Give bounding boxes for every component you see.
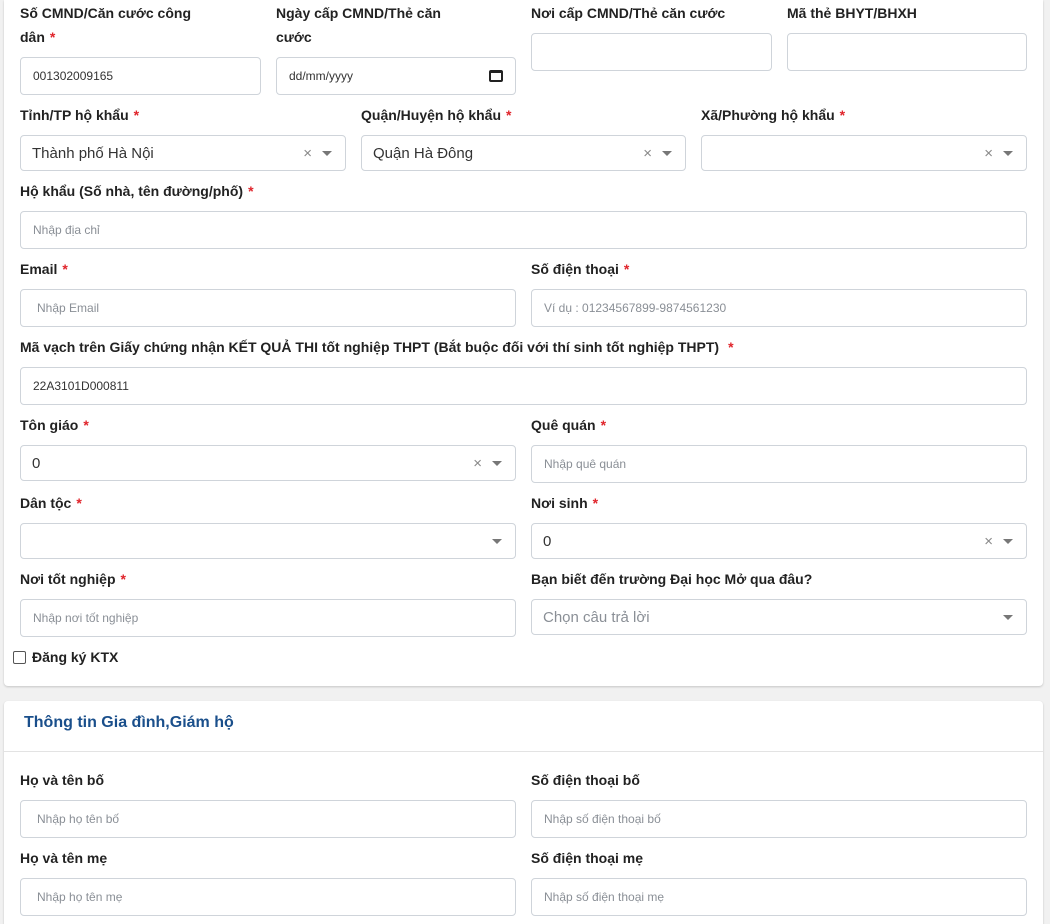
birthplace-label: Nơi sinh * bbox=[531, 495, 599, 511]
grad-place-label: Nơi tốt nghiệp * bbox=[20, 571, 126, 587]
religion-select[interactable]: 0 × bbox=[20, 445, 516, 481]
insurance-input[interactable] bbox=[787, 33, 1027, 71]
cmnd-input[interactable]: 001302009165 bbox=[20, 57, 261, 95]
chevron-down-icon[interactable] bbox=[662, 150, 672, 156]
district-label: Quận/Huyện hộ khẩu * bbox=[361, 107, 512, 123]
chevron-down-icon[interactable] bbox=[1003, 150, 1013, 156]
province-select[interactable]: Thành phố Hà Nội × bbox=[20, 135, 346, 171]
ethnicity-select[interactable] bbox=[20, 523, 516, 559]
address-input[interactable]: Nhập địa chỉ bbox=[20, 211, 1027, 249]
cmnd-label: Số CMND/Căn cước công bbox=[20, 5, 191, 21]
issue-date-placeholder: dd/mm/yyyy bbox=[289, 69, 354, 83]
source-placeholder: Chọn câu trả lời bbox=[543, 608, 650, 626]
district-select[interactable]: Quận Hà Đông × bbox=[361, 135, 686, 171]
chevron-down-icon[interactable] bbox=[1003, 538, 1013, 544]
required-mark: * bbox=[49, 29, 56, 45]
clear-icon[interactable]: × bbox=[643, 145, 652, 162]
calendar-icon[interactable] bbox=[489, 70, 503, 82]
issue-date-label-line2: cước bbox=[276, 29, 312, 45]
clear-icon[interactable]: × bbox=[303, 145, 312, 162]
grad-place-input[interactable]: Nhập nơi tốt nghiệp bbox=[20, 599, 516, 637]
mother-name-label: Họ và tên mẹ bbox=[20, 850, 108, 866]
ward-label: Xã/Phường hộ khẩu * bbox=[701, 107, 846, 123]
dorm-label[interactable]: Đăng ký KTX bbox=[32, 645, 118, 669]
ethnicity-label: Dân tộc * bbox=[20, 495, 82, 511]
phone-input[interactable]: Ví dụ : 01234567899-9874561230 bbox=[531, 289, 1027, 327]
source-select[interactable]: Chọn câu trả lời bbox=[531, 599, 1027, 635]
father-name-input[interactable]: Nhập họ tên bố bbox=[20, 800, 516, 838]
clear-icon[interactable]: × bbox=[473, 455, 482, 472]
mother-phone-label: Số điện thoại mẹ bbox=[531, 850, 644, 866]
cmnd-label-line2: dân * bbox=[20, 29, 56, 45]
address-label: Hộ khẩu (Số nhà, tên đường/phố) * bbox=[20, 183, 254, 199]
mother-name-input[interactable]: Nhập họ tên mẹ bbox=[20, 878, 516, 916]
birthplace-value: 0 bbox=[543, 532, 552, 550]
phone-label: Số điện thoại * bbox=[531, 261, 630, 277]
mother-phone-input[interactable]: Nhập số điện thoại mẹ bbox=[531, 878, 1027, 916]
insurance-label: Mã thẻ BHYT/BHXH bbox=[787, 5, 917, 21]
chevron-down-icon[interactable] bbox=[492, 538, 502, 544]
ward-select[interactable]: × bbox=[701, 135, 1027, 171]
chevron-down-icon[interactable] bbox=[1003, 614, 1013, 620]
dorm-checkbox[interactable] bbox=[13, 651, 26, 664]
district-value: Quận Hà Đông bbox=[373, 144, 474, 162]
hometown-input[interactable]: Nhập quê quán bbox=[531, 445, 1027, 483]
source-label: Bạn biết đến trường Đại học Mở qua đâu? bbox=[531, 571, 813, 587]
issue-date-label: Ngày cấp CMND/Thẻ căn bbox=[276, 5, 441, 21]
issue-place-label: Nơi cấp CMND/Thẻ căn cước bbox=[531, 5, 726, 21]
birthplace-select[interactable]: 0 × bbox=[531, 523, 1027, 559]
clear-icon[interactable]: × bbox=[984, 145, 993, 162]
father-name-label: Họ và tên bố bbox=[20, 772, 105, 788]
religion-value: 0 bbox=[32, 454, 41, 472]
clear-icon[interactable]: × bbox=[984, 533, 993, 550]
province-value: Thành phố Hà Nội bbox=[32, 144, 154, 162]
section-divider bbox=[4, 751, 1043, 752]
issue-date-input[interactable]: dd/mm/yyyy bbox=[276, 57, 516, 95]
province-label: Tỉnh/TP hộ khẩu * bbox=[20, 107, 140, 123]
father-phone-label: Số điện thoại bố bbox=[531, 772, 640, 788]
barcode-label: Mã vạch trên Giấy chứng nhận KẾT QUẢ THI… bbox=[20, 339, 734, 355]
chevron-down-icon[interactable] bbox=[492, 460, 502, 466]
issue-place-input[interactable] bbox=[531, 33, 772, 71]
family-section-title: Thông tin Gia đình,Giám hộ bbox=[24, 714, 234, 731]
email-input[interactable]: Nhập Email bbox=[20, 289, 516, 327]
barcode-input[interactable]: 22A3101D000811 bbox=[20, 367, 1027, 405]
father-phone-input[interactable]: Nhập số điện thoại bố bbox=[531, 800, 1027, 838]
chevron-down-icon[interactable] bbox=[322, 150, 332, 156]
hometown-label: Quê quán * bbox=[531, 417, 607, 433]
religion-label: Tôn giáo * bbox=[20, 417, 89, 433]
email-label: Email * bbox=[20, 261, 68, 277]
